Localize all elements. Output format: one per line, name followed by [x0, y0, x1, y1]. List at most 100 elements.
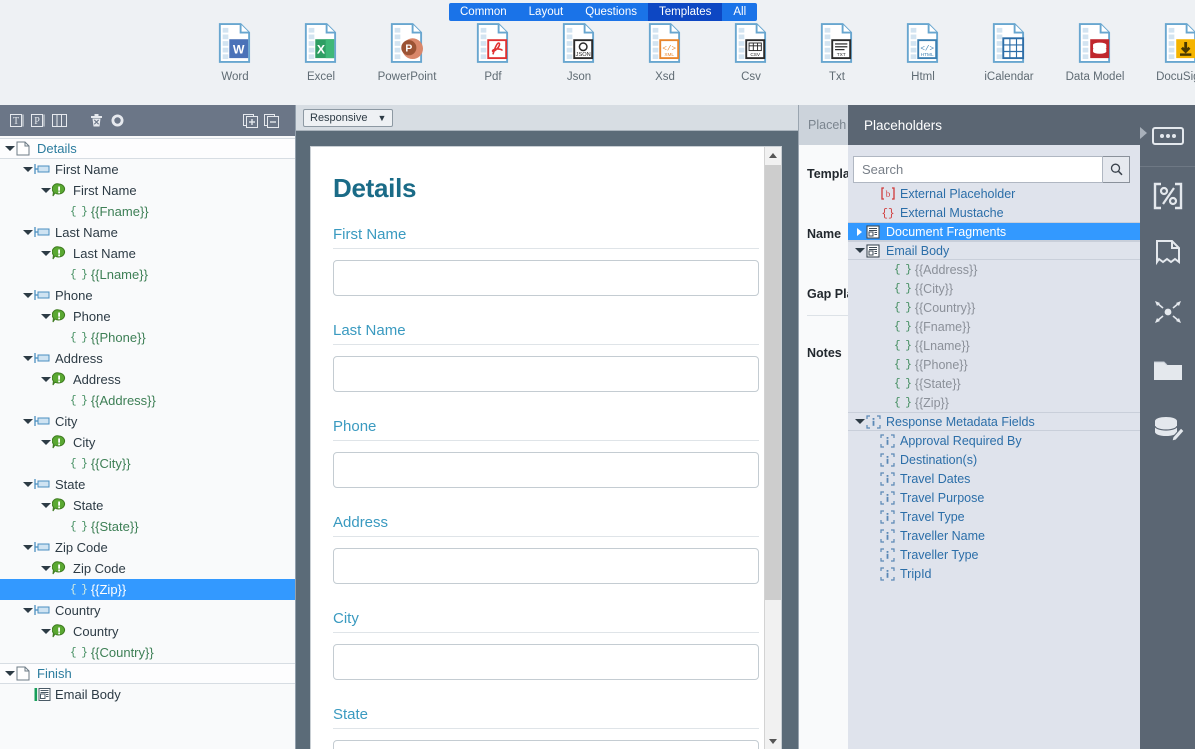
ribbon-tab-questions[interactable]: Questions	[574, 3, 648, 21]
tree-item-question[interactable]: Address	[0, 369, 295, 390]
tree-item-mustache[interactable]: { } {{City}}	[0, 453, 295, 474]
tree-item-question[interactable]: Last Name	[0, 243, 295, 264]
tree-item-question[interactable]: Zip Code	[0, 558, 295, 579]
tree-item-mustache[interactable]: { } {{State}}	[0, 516, 295, 537]
delete-button[interactable]: ✕	[87, 111, 106, 130]
chevron-down-icon[interactable]	[854, 416, 866, 427]
tree-item-page[interactable]: Details	[0, 138, 295, 159]
field-input[interactable]	[333, 356, 759, 392]
tree-item-container[interactable]: Zip Code	[0, 537, 295, 558]
placeholder-item-mustache[interactable]: { } {{Zip}}	[848, 393, 1140, 412]
tree-item-question[interactable]: City	[0, 432, 295, 453]
placeholder-item-mustache[interactable]: { } {{State}}	[848, 374, 1140, 393]
chevron-right-icon[interactable]	[854, 226, 866, 237]
tree-item-mustache[interactable]: { } {{Fname}}	[0, 201, 295, 222]
tree-item-question[interactable]: First Name	[0, 180, 295, 201]
survey-tree[interactable]: Details First Name First Name{ } {{Fname}} L…	[0, 136, 295, 749]
placeholder-item-mustache[interactable]: { } {{Address}}	[848, 260, 1140, 279]
tree-item-container[interactable]: Last Name	[0, 222, 295, 243]
ribbon-item-docusign[interactable]: DocuSign	[1138, 22, 1195, 83]
ribbon-tab-common[interactable]: Common	[449, 3, 518, 21]
field-input[interactable]	[333, 548, 759, 584]
tree-item-container[interactable]: State	[0, 474, 295, 495]
placeholder-item-meta[interactable]: Travel Purpose	[848, 488, 1140, 507]
chevron-down-icon[interactable]	[40, 563, 51, 574]
placeholder-item-mustache[interactable]: { } {{City}}	[848, 279, 1140, 298]
chevron-down-icon[interactable]	[40, 626, 51, 637]
ribbon-tab-layout[interactable]: Layout	[517, 3, 575, 21]
tree-item-container[interactable]: Phone	[0, 285, 295, 306]
field-input[interactable]	[333, 452, 759, 488]
chevron-down-icon[interactable]	[40, 311, 51, 322]
placeholder-item-meta[interactable]: Travel Dates	[848, 469, 1140, 488]
ribbon-tab-all[interactable]: All	[722, 3, 758, 21]
scatter-rail-button[interactable]	[1140, 283, 1195, 341]
chevron-down-icon[interactable]	[22, 479, 33, 490]
tree-item-mustache[interactable]: { } {{Zip}}	[0, 579, 295, 600]
chevron-down-icon[interactable]	[4, 143, 15, 154]
tree-item-page[interactable]: Finish	[0, 663, 295, 684]
placeholder-item-meta[interactable]: Destination(s)	[848, 450, 1140, 469]
fragments-rail-button[interactable]	[1140, 225, 1195, 283]
view-mode-select[interactable]: Responsive ▼	[303, 108, 394, 127]
ribbon-item-pdf[interactable]: Pdf	[450, 22, 536, 83]
chevron-down-icon[interactable]	[40, 374, 51, 385]
chevron-down-icon[interactable]	[22, 227, 33, 238]
ribbon-item-icalendar[interactable]: iCalendar	[966, 22, 1052, 83]
placeholder-item-link[interactable]: {} External Mustache	[848, 203, 1140, 222]
chevron-down-icon[interactable]	[22, 353, 33, 364]
data-rail-button[interactable]	[1140, 399, 1195, 457]
scrollbar-thumb[interactable]	[765, 165, 781, 600]
tree-item-question[interactable]: State	[0, 495, 295, 516]
placeholder-item-mustache[interactable]: { } {{Country}}	[848, 298, 1140, 317]
ribbon-item-json[interactable]: JSON Json	[536, 22, 622, 83]
tree-item-container[interactable]: First Name	[0, 159, 295, 180]
ribbon-item-csv[interactable]: CSV Csv	[708, 22, 794, 83]
placeholder-item-mustache[interactable]: { } {{Fname}}	[848, 317, 1140, 336]
ribbon-tab-templates[interactable]: Templates	[647, 3, 723, 21]
tree-item-container[interactable]: Country	[0, 600, 295, 621]
chevron-down-icon[interactable]	[40, 248, 51, 259]
chevron-down-icon[interactable]	[22, 605, 33, 616]
ribbon-item-powerpoint[interactable]: P PowerPoint	[364, 22, 450, 83]
search-input[interactable]	[853, 156, 1103, 183]
placeholder-item-meta[interactable]: Traveller Type	[848, 545, 1140, 564]
history-button[interactable]	[108, 111, 127, 130]
placeholder-item-mustache[interactable]: { } {{Lname}}	[848, 336, 1140, 355]
files-rail-button[interactable]	[1140, 341, 1195, 399]
search-button[interactable]	[1103, 156, 1130, 183]
tree-item-question[interactable]: Phone	[0, 306, 295, 327]
chevron-down-icon[interactable]	[22, 542, 33, 553]
tree-item-question[interactable]: Country	[0, 621, 295, 642]
chevron-down-icon[interactable]	[22, 290, 33, 301]
scroll-up-icon[interactable]	[765, 147, 781, 164]
tree-item-mustache[interactable]: { } {{Lname}}	[0, 264, 295, 285]
placeholder-item-meta[interactable]: TripId	[848, 564, 1140, 583]
placeholder-item-meta[interactable]: Approval Required By	[848, 431, 1140, 450]
placeholder-item-mustache[interactable]: { } {{Phone}}	[848, 355, 1140, 374]
expand-all-icon[interactable]	[241, 111, 260, 130]
ribbon-item-html[interactable]: </> HTML Html	[880, 22, 966, 83]
chevron-down-icon[interactable]	[22, 164, 33, 175]
chevron-down-icon[interactable]	[4, 668, 15, 679]
placeholder-item-meta[interactable]: Traveller Name	[848, 526, 1140, 545]
chevron-down-icon[interactable]	[40, 437, 51, 448]
page-tool-button[interactable]: P	[29, 111, 48, 130]
chevron-down-icon[interactable]	[22, 416, 33, 427]
ribbon-item-xsd[interactable]: </> XML Xsd	[622, 22, 708, 83]
ribbon-item-txt[interactable]: TXT Txt	[794, 22, 880, 83]
field-input[interactable]	[333, 740, 759, 749]
chevron-down-icon[interactable]	[40, 185, 51, 196]
tree-item-mustache[interactable]: { } {{Phone}}	[0, 327, 295, 348]
scroll-down-icon[interactable]	[765, 733, 781, 749]
placeholder-item-meta[interactable]: Travel Type	[848, 507, 1140, 526]
mustache-rail-button[interactable]	[1140, 167, 1195, 225]
tree-item-fragment[interactable]: Email Body	[0, 684, 295, 705]
field-input[interactable]	[333, 644, 759, 680]
chevron-down-icon[interactable]	[854, 245, 866, 256]
placeholder-item-group[interactable]: Email Body	[848, 241, 1140, 260]
tree-item-mustache[interactable]: { } {{Country}}	[0, 642, 295, 663]
tree-item-mustache[interactable]: { } {{Address}}	[0, 390, 295, 411]
tree-item-container[interactable]: City	[0, 411, 295, 432]
placeholders-rail-button[interactable]	[1151, 107, 1185, 165]
